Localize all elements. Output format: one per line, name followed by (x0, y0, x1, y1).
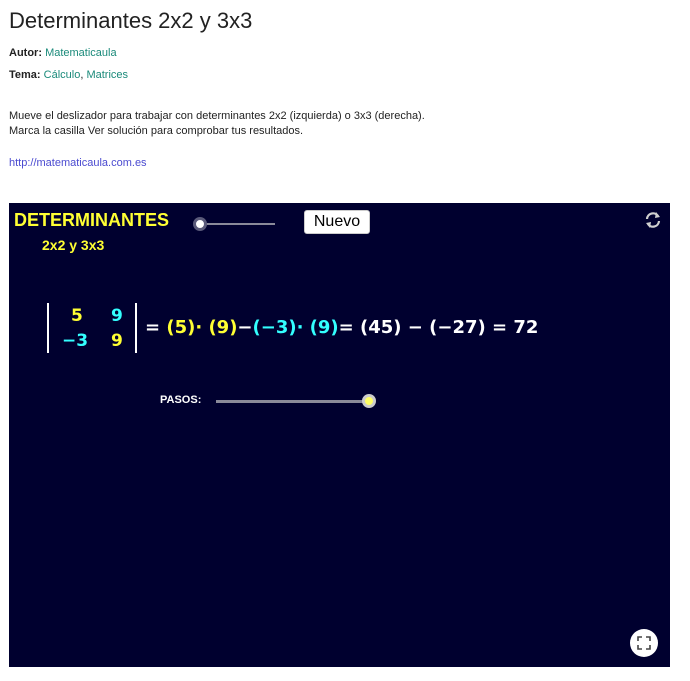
description-line-1: Mueve el deslizador para trabajar con de… (9, 110, 425, 122)
applet-title: DETERMINANTES (14, 210, 170, 230)
formula-equals: = (145, 317, 167, 338)
geogebra-applet[interactable]: DETERMINANTES 2x2 y 3x3 Nuevo 5 9 −3 9 =… (9, 203, 670, 667)
mode-slider-handle[interactable] (193, 217, 207, 231)
matrix-cell-a12: 9 (111, 306, 123, 326)
topic-separator: , (80, 69, 84, 81)
author-row: Autor: Matematicaula (9, 47, 117, 59)
page-title: Determinantes 2x2 y 3x3 (9, 8, 253, 33)
mode-slider-track[interactable] (199, 223, 275, 225)
steps-slider-handle[interactable] (362, 394, 376, 408)
site-link[interactable]: http://matematicaula.com.es (9, 157, 147, 169)
formula-term-2: (−3)· (9) (252, 317, 339, 338)
steps-label: PASOS: (160, 394, 202, 406)
formula-minus: − (237, 317, 253, 338)
author-label: Autor: (9, 47, 42, 59)
determinant-formula: = (5)· (9)−(−3)· (9)= (45) − (−27) = 72 (145, 317, 538, 338)
mode-slider[interactable] (193, 216, 275, 232)
matrix-cell-a21: −3 (62, 331, 89, 351)
matrix-cell-a11: 5 (71, 306, 83, 326)
description-line-2: Marca la casilla Ver solución para compr… (9, 125, 304, 137)
refresh-icon[interactable] (643, 210, 663, 230)
steps-slider[interactable] (216, 392, 378, 410)
topic-link-matrices[interactable]: Matrices (86, 69, 128, 81)
fullscreen-icon (637, 636, 651, 650)
determinant-bar-left (47, 303, 49, 353)
new-button[interactable]: Nuevo (304, 210, 370, 234)
steps-slider-track[interactable] (216, 400, 370, 403)
matrix-cell-a22: 9 (111, 331, 123, 351)
applet-subtitle: 2x2 y 3x3 (42, 237, 105, 253)
topic-link-calculo[interactable]: Cálculo (44, 69, 81, 81)
description: Mueve el deslizador para trabajar con de… (9, 109, 425, 139)
author-link[interactable]: Matematicaula (45, 47, 117, 59)
topic-row: Tema: Cálculo, Matrices (9, 69, 128, 81)
fullscreen-button[interactable] (630, 629, 658, 657)
formula-result: = (45) − (−27) = 72 (338, 317, 539, 338)
topic-label: Tema: (9, 69, 41, 81)
determinant-bar-right (135, 303, 137, 353)
formula-term-1: (5)· (9) (166, 317, 238, 338)
